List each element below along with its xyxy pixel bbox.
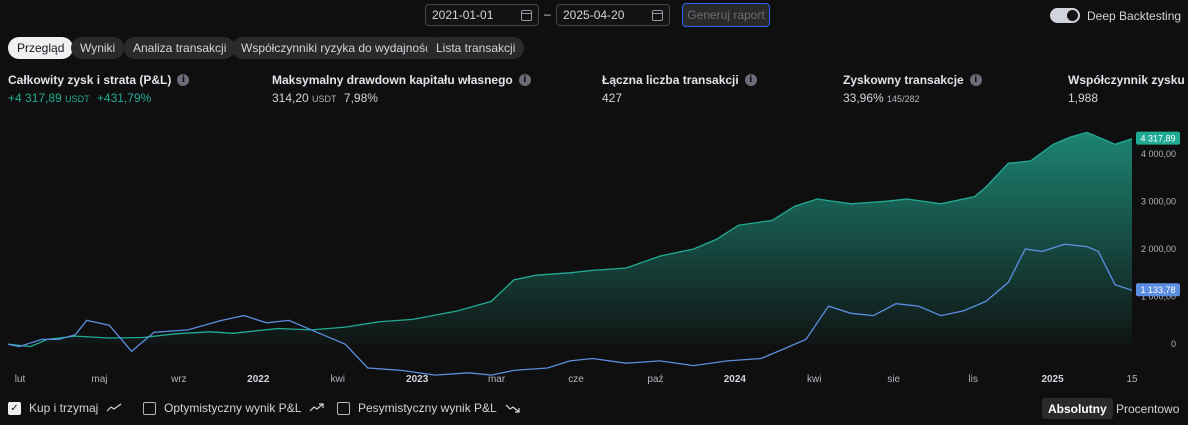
trend-line-icon <box>106 403 122 412</box>
drawdown-amount: 314,20 <box>272 91 309 105</box>
end-date-input[interactable]: 2025-04-20 <box>556 4 670 26</box>
metric-drawdown-value: 314,20 USDT 7,98% <box>272 91 378 105</box>
pnl-percent: +431,79% <box>96 91 152 105</box>
metric-trades-title: Łączna liczba transakcji i <box>602 73 757 87</box>
x-tick-label: kwi <box>807 374 821 385</box>
equity-chart[interactable]: 01 000,002 000,003 000,004 000,00 lut maj… <box>0 128 1188 390</box>
profitable-percent: 33,96% <box>843 91 884 105</box>
x-tick-label: 15 <box>1126 374 1138 385</box>
tab-overview[interactable]: Przegląd <box>8 37 74 59</box>
y-tick-label: 4 000,00 <box>1141 149 1176 159</box>
tab-results[interactable]: Wyniki <box>71 37 125 59</box>
drawdown-percent: 7,98% <box>343 91 378 105</box>
trend-down-icon <box>505 404 520 413</box>
toggle-knob <box>1067 10 1078 21</box>
metric-trades-value: 427 <box>602 91 623 105</box>
pessimistic-checkbox[interactable] <box>337 401 350 415</box>
info-icon[interactable]: i <box>518 74 531 86</box>
metric-pnl-label: Całkowity zysk i strata (P&L) <box>8 73 172 87</box>
x-tick-label: lut <box>15 374 26 385</box>
buy-hold-label: Kup i trzymaj <box>29 401 99 415</box>
optimistic-checkbox-row[interactable]: Optymistyczny wynik P&L <box>143 401 325 415</box>
x-tick-label: kwi <box>330 374 344 385</box>
calendar-icon[interactable] <box>652 9 663 21</box>
x-tick-label: sie <box>887 374 900 385</box>
calendar-icon[interactable] <box>521 9 532 21</box>
info-icon[interactable]: i <box>177 74 190 86</box>
pnl-amount: +4 317,89 <box>8 91 62 105</box>
deep-backtesting-toggle[interactable] <box>1050 8 1080 23</box>
metric-profit-factor-title: Współczynnik zysku <box>1068 73 1185 87</box>
mode-absolute-button[interactable]: Absolutny <box>1042 398 1113 419</box>
metric-profitable-title: Zyskowny transakcje i <box>843 73 982 87</box>
generate-report-button[interactable]: Generuj raport <box>682 3 770 27</box>
tab-trade-analysis[interactable]: Analiza transakcji <box>124 37 236 59</box>
x-tick-label: 2025 <box>1041 374 1064 385</box>
start-date-value: 2021-01-01 <box>432 8 494 22</box>
info-icon[interactable]: i <box>744 74 757 86</box>
strategy-area <box>8 132 1132 347</box>
metric-pnl-title: Całkowity zysk i strata (P&L) i <box>8 73 190 87</box>
metric-profit-factor-value: 1,988 <box>1068 91 1099 105</box>
mode-percent-button[interactable]: Procentowo <box>1110 398 1185 419</box>
tab-risk-ratios[interactable]: Współczynniki ryzyka do wydajności <box>232 37 443 59</box>
x-tick-label: wrz <box>170 374 187 385</box>
buy-hold-checkbox[interactable]: ✓ <box>8 401 21 415</box>
pessimistic-label: Pesymistyczny wynik P&L <box>358 401 497 415</box>
drawdown-unit: USDT <box>312 94 337 104</box>
metric-trades-label: Łączna liczba transakcji <box>602 73 739 87</box>
x-tick-label: mar <box>488 374 506 385</box>
strategy-last-value-label: 4 317,89 <box>1140 134 1175 144</box>
x-tick-label: maj <box>91 374 107 385</box>
x-tick-label: 2023 <box>406 374 429 385</box>
pnl-unit: USDT <box>65 94 90 104</box>
y-tick-label: 2 000,00 <box>1141 244 1176 254</box>
profitable-ratio: 145/282 <box>887 94 920 104</box>
date-separator: – <box>544 7 551 21</box>
metric-profitable-label: Zyskowny transakcje <box>843 73 964 87</box>
metric-profitable-value: 33,96% 145/282 <box>843 91 920 105</box>
x-tick-label: cze <box>568 374 584 385</box>
start-date-input[interactable]: 2021-01-01 <box>425 4 539 26</box>
x-tick-label: 2024 <box>724 374 747 385</box>
optimistic-checkbox[interactable] <box>143 401 156 415</box>
buy_hold-last-value-label: 1 133,78 <box>1140 285 1175 295</box>
tab-trade-list[interactable]: Lista transakcji <box>427 37 525 59</box>
x-tick-label: lis <box>968 374 977 385</box>
metric-pnl-value: +4 317,89 USDT +431,79% <box>8 91 151 105</box>
metric-drawdown-label: Maksymalny drawdown kapitału własnego <box>272 73 513 87</box>
metric-profit-factor-label: Współczynnik zysku <box>1068 73 1185 87</box>
trend-up-icon <box>309 403 324 412</box>
x-tick-label: 2022 <box>247 374 270 385</box>
y-tick-label: 3 000,00 <box>1141 196 1176 206</box>
y-tick-label: 0 <box>1171 339 1176 349</box>
info-icon[interactable]: i <box>969 74 982 86</box>
x-tick-label: paź <box>647 374 663 385</box>
metric-drawdown-title: Maksymalny drawdown kapitału własnego i <box>272 73 531 87</box>
pessimistic-checkbox-row[interactable]: Pesymistyczny wynik P&L <box>337 401 521 415</box>
end-date-value: 2025-04-20 <box>563 8 625 22</box>
deep-backtesting-label: Deep Backtesting <box>1087 9 1182 23</box>
buy-hold-checkbox-row[interactable]: ✓ Kup i trzymaj <box>8 401 122 415</box>
optimistic-label: Optymistyczny wynik P&L <box>164 401 302 415</box>
